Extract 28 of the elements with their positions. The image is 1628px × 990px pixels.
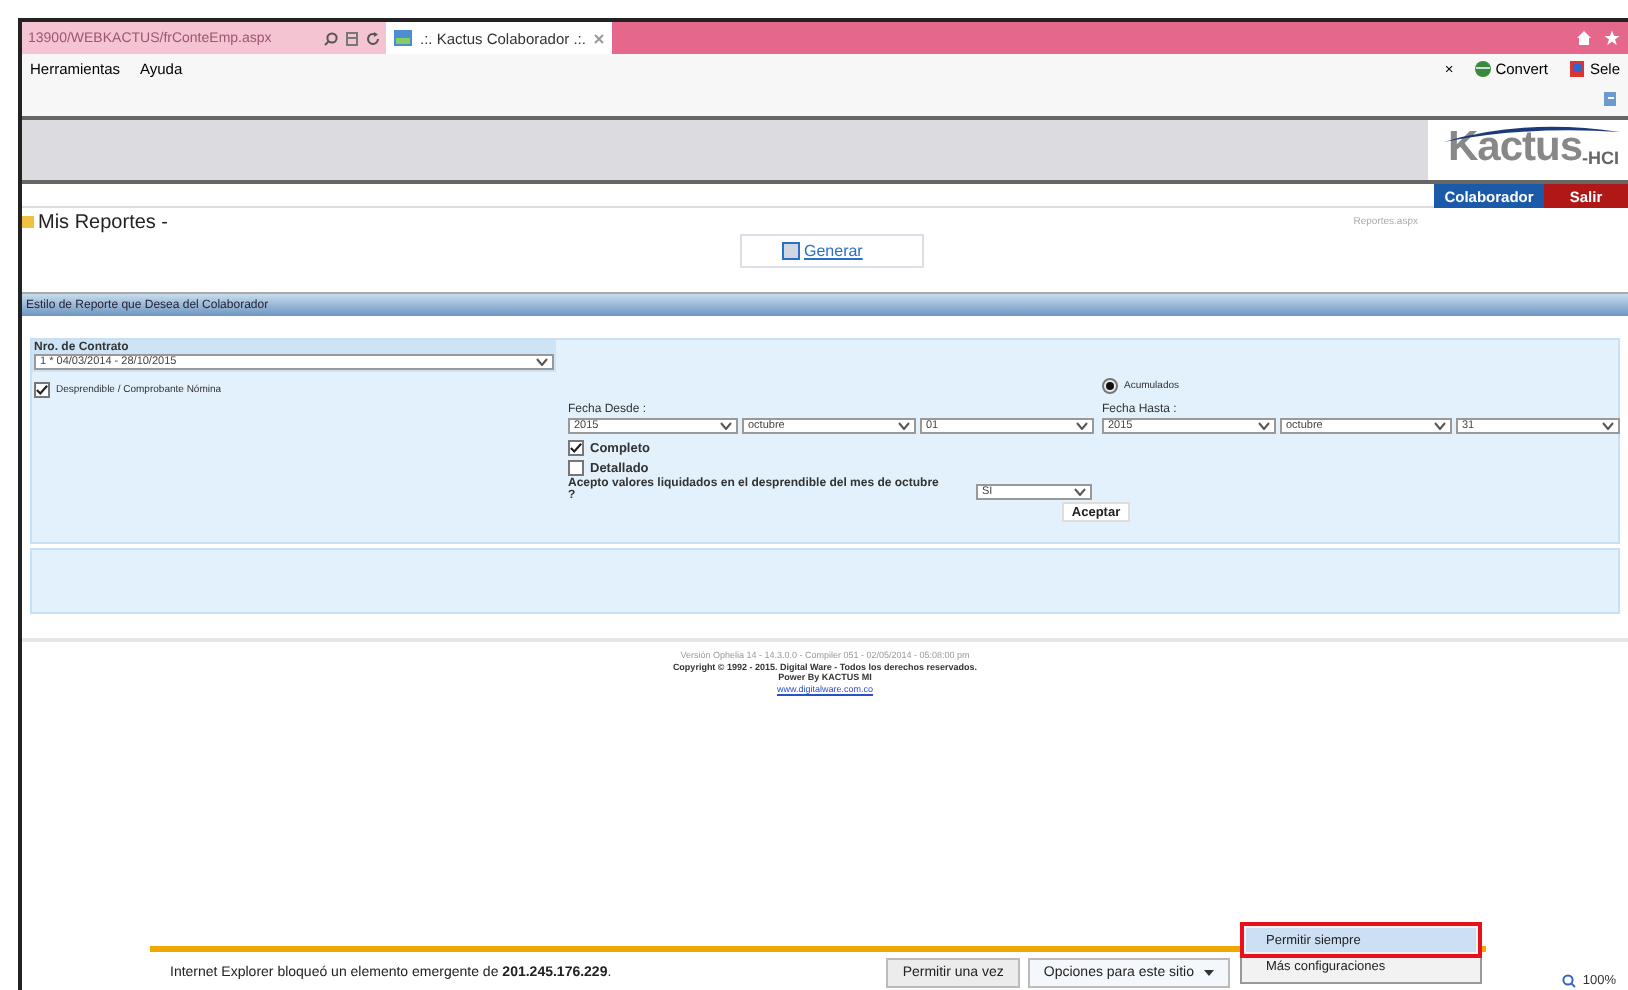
star-icon[interactable] xyxy=(1604,30,1620,46)
page-icon xyxy=(394,30,412,46)
dropdown-caret-icon xyxy=(536,358,548,366)
refresh-icon[interactable] xyxy=(366,31,380,45)
dropdown-caret-icon xyxy=(1602,422,1614,430)
dropdown-caret-icon xyxy=(720,422,732,430)
home-icon[interactable] xyxy=(1576,30,1592,46)
logo: Kactus-HCI xyxy=(1428,120,1628,180)
close-icon[interactable] xyxy=(594,33,604,43)
checkbox[interactable] xyxy=(568,440,584,456)
dropdown-caret-icon xyxy=(1076,422,1088,430)
compatibility-icon[interactable] xyxy=(346,31,358,45)
dropdown-caret-icon xyxy=(898,422,910,430)
report-icon xyxy=(782,242,800,260)
document-icon xyxy=(1567,60,1586,78)
zoom-icon xyxy=(1562,974,1577,988)
checkbox[interactable] xyxy=(568,460,584,476)
folder-icon xyxy=(22,216,34,228)
caret-icon xyxy=(1204,970,1214,976)
generate-button[interactable]: Generar xyxy=(740,234,924,268)
search-icon[interactable] xyxy=(324,31,338,45)
dropdown-caret-icon xyxy=(1434,422,1446,430)
page-tool-icon[interactable] xyxy=(1602,90,1620,108)
radio-button[interactable] xyxy=(1102,377,1118,393)
dropdown-caret-icon xyxy=(1258,422,1270,430)
dropdown-caret-icon xyxy=(1074,488,1086,496)
page-title: Mis Reportes - xyxy=(38,211,169,233)
checkbox[interactable] xyxy=(34,382,50,398)
